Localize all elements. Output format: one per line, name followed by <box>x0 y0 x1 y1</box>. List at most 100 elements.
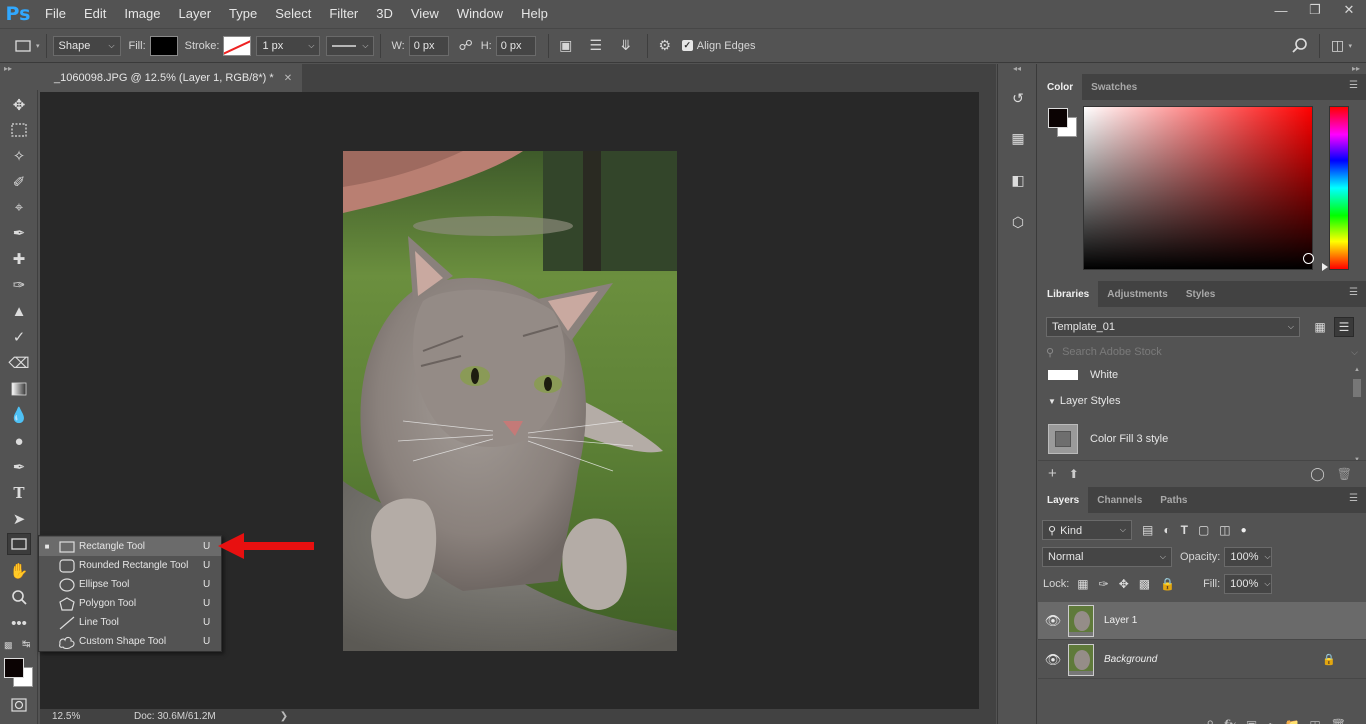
lock-icon[interactable]: 🔒 <box>1322 653 1336 666</box>
flyout-ellipse-tool[interactable]: Ellipse Tool U <box>39 575 221 594</box>
menu-edit[interactable]: Edit <box>75 0 115 28</box>
tab-libraries[interactable]: Libraries <box>1038 281 1099 307</box>
layer-row-background[interactable]: 👁 Background 🔒 <box>1038 641 1366 679</box>
link-layers-icon[interactable]: ☍ <box>1201 718 1213 724</box>
flyout-custom-shape-tool[interactable]: Custom Shape Tool U <box>39 632 221 651</box>
layer-row-layer-1[interactable]: 👁 Layer 1 <box>1038 602 1366 640</box>
toolbar-collapse-handle[interactable]: ▸▸ <box>0 64 40 74</box>
flyout-line-tool[interactable]: Line Tool U <box>39 613 221 632</box>
grid-view-icon[interactable]: ▦ <box>1310 317 1330 337</box>
stroke-width-select[interactable]: 1 px ⌵ <box>256 35 321 56</box>
visibility-eye-icon[interactable]: 👁 <box>1038 652 1068 668</box>
tab-swatches[interactable]: Swatches <box>1082 74 1146 100</box>
hue-slider[interactable] <box>1329 106 1349 270</box>
menu-image[interactable]: Image <box>115 0 169 28</box>
crop-tool-icon[interactable]: ⌖ <box>7 196 31 218</box>
path-alignment-icon[interactable]: ☰ <box>585 35 607 57</box>
fill-input[interactable]: 100% ⌵ <box>1224 574 1273 594</box>
clone-stamp-tool-icon[interactable]: ▲ <box>7 300 31 322</box>
visibility-eye-icon[interactable]: 👁 <box>1038 613 1068 629</box>
zoom-tool-icon[interactable] <box>7 586 31 608</box>
swap-colors-icon[interactable]: ↹ <box>22 639 30 650</box>
menu-view[interactable]: View <box>402 0 448 28</box>
default-colors-icon[interactable]: ▩ <box>4 640 13 651</box>
library-style-item[interactable]: Color Fill 3 style <box>1048 424 1168 454</box>
eraser-tool-icon[interactable]: ⌫ <box>7 352 31 374</box>
menu-help[interactable]: Help <box>512 0 557 28</box>
smart-object-filter-icon[interactable]: ◫ <box>1219 523 1230 537</box>
dock-collapse-handle[interactable]: ◂◂ <box>998 64 1036 74</box>
layer-style-fx-icon[interactable]: fx <box>1224 718 1236 724</box>
layer-mask-icon[interactable]: ▣ <box>1246 718 1257 724</box>
path-arrangement-icon[interactable]: ⤋ <box>615 35 637 57</box>
menu-select[interactable]: Select <box>266 0 320 28</box>
hand-tool-icon[interactable]: ✋ <box>7 560 31 582</box>
panel-menu-icon[interactable]: ☰ <box>1349 80 1358 91</box>
stroke-type-select[interactable]: ⌵ <box>326 35 375 56</box>
lock-artboard-icon[interactable]: ▩ <box>1139 577 1150 591</box>
menu-3d[interactable]: 3D <box>367 0 402 28</box>
eyedropper-tool-icon[interactable]: ✒ <box>7 222 31 244</box>
lock-all-icon[interactable]: 🔒 <box>1160 577 1175 591</box>
tool-preset-rectangle-icon[interactable] <box>12 35 34 57</box>
color-field[interactable] <box>1083 106 1314 270</box>
tab-color[interactable]: Color <box>1038 74 1083 100</box>
new-layer-icon[interactable]: ◫ <box>1309 718 1320 724</box>
gradient-tool-icon[interactable] <box>7 378 31 400</box>
zoom-level[interactable]: 12.5% <box>40 711 92 722</box>
quick-mask-icon[interactable] <box>7 694 31 716</box>
rectangle-tool-icon[interactable] <box>7 533 31 555</box>
status-menu-chevron-icon[interactable]: ❯ <box>280 711 288 722</box>
type-filter-icon[interactable]: T <box>1181 523 1188 537</box>
menu-layer[interactable]: Layer <box>170 0 221 28</box>
creative-cloud-icon[interactable]: ◯ <box>1310 466 1325 482</box>
tab-layers[interactable]: Layers <box>1038 487 1089 513</box>
healing-brush-tool-icon[interactable]: ✚ <box>7 248 31 270</box>
lock-position-icon[interactable]: ✥ <box>1119 577 1129 591</box>
gear-icon[interactable]: ⚙ <box>654 35 676 57</box>
library-select[interactable]: Template_01 ⌵ <box>1046 317 1300 337</box>
tab-adjustments[interactable]: Adjustments <box>1098 281 1177 307</box>
search-icon[interactable] <box>1289 35 1311 57</box>
library-scrollbar[interactable]: ▲ ▼ <box>1352 367 1362 463</box>
hue-slider-marker[interactable] <box>1322 263 1328 271</box>
history-brush-tool-icon[interactable]: ✓ <box>7 326 31 348</box>
brush-tool-icon[interactable]: ✑ <box>7 274 31 296</box>
library-color-white[interactable]: White <box>1048 369 1118 381</box>
tool-mode-select[interactable]: Shape ⌵ <box>52 35 121 56</box>
path-selection-tool-icon[interactable]: ➤ <box>7 508 31 530</box>
layer-styles-section[interactable]: ▼ Layer Styles <box>1048 395 1120 407</box>
history-panel-icon[interactable]: ↺ <box>1006 86 1030 110</box>
color-picker-cursor[interactable] <box>1303 253 1314 264</box>
type-tool-icon[interactable]: T <box>7 482 31 504</box>
tab-styles[interactable]: Styles <box>1177 281 1224 307</box>
flyout-rounded-rectangle-tool[interactable]: Rounded Rectangle Tool U <box>39 556 221 575</box>
pen-tool-icon[interactable]: ✒ <box>7 456 31 478</box>
close-icon[interactable]: ✕ <box>1332 0 1366 20</box>
menu-type[interactable]: Type <box>220 0 266 28</box>
dodge-tool-icon[interactable]: ● <box>7 430 31 452</box>
pixel-filter-icon[interactable]: ▤ <box>1142 523 1153 537</box>
path-operations-icon[interactable]: ▣ <box>555 35 577 57</box>
upload-icon[interactable]: ⬆ <box>1069 467 1079 481</box>
cat-photo[interactable] <box>343 151 677 651</box>
move-tool-icon[interactable]: ✥ <box>7 94 31 116</box>
adjustment-layer-icon[interactable]: ◐ <box>1267 718 1274 724</box>
flyout-rectangle-tool[interactable]: ■ Rectangle Tool U <box>39 537 221 556</box>
canvas-vertical-scrollbar[interactable] <box>979 92 996 709</box>
add-content-icon[interactable]: + <box>1048 465 1057 482</box>
properties-panel-icon[interactable]: ▦ <box>1006 126 1030 150</box>
lasso-tool-icon[interactable]: ✧ <box>7 145 31 167</box>
blend-mode-select[interactable]: Normal ⌵ <box>1042 547 1172 567</box>
marquee-tool-icon[interactable] <box>7 119 31 141</box>
tab-channels[interactable]: Channels <box>1088 487 1151 513</box>
delete-layer-icon[interactable]: 🗑 <box>1331 718 1346 724</box>
align-edges-checkbox[interactable]: ✓ <box>681 40 693 51</box>
new-group-icon[interactable]: 📁 <box>1284 718 1299 724</box>
shape-filter-icon[interactable]: ▢ <box>1198 523 1209 537</box>
list-view-icon[interactable]: ☰ <box>1334 317 1354 337</box>
lock-pixels-icon[interactable]: ✑ <box>1099 577 1109 591</box>
link-icon[interactable]: ☍ <box>455 35 477 57</box>
panel-menu-icon[interactable]: ☰ <box>1349 493 1358 504</box>
lock-transparent-icon[interactable]: ▦ <box>1077 577 1088 591</box>
